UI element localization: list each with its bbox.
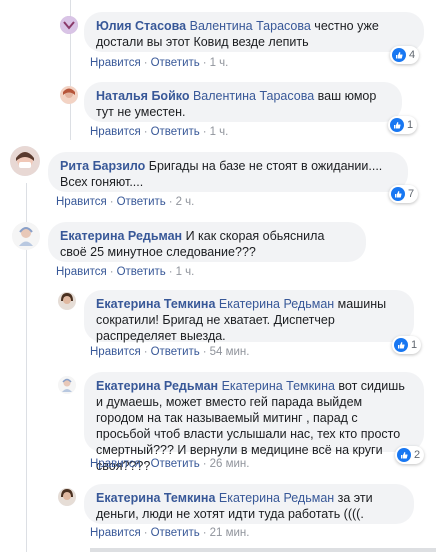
comment-actions: Нравится · Ответить · 54 мин.: [90, 346, 249, 358]
comment-bubble: Екатерина Редьман И как скорая обьяснила…: [48, 222, 366, 262]
reaction-count: 2: [414, 449, 421, 461]
separator: ·: [109, 266, 114, 278]
user-avatar-icon[interactable]: [60, 86, 78, 104]
separator: ·: [202, 346, 207, 358]
separator: ·: [143, 527, 148, 539]
comment-actions: Нравится · Ответить · 1 ч.: [56, 266, 194, 278]
user-avatar-icon[interactable]: [10, 146, 40, 176]
reaction-badge[interactable]: 1: [388, 116, 418, 134]
divider: [90, 548, 436, 552]
like-button[interactable]: Нравится: [90, 346, 141, 358]
comment-time[interactable]: 26 мин.: [210, 458, 250, 470]
reaction-badge[interactable]: 7: [389, 185, 419, 203]
separator: ·: [168, 196, 173, 208]
user-avatar-icon[interactable]: [12, 222, 40, 250]
comment-bubble: Рита Барзило Бригады на базе не стоят в …: [48, 152, 408, 192]
thumbs-up-icon: [390, 118, 404, 132]
comment-mention[interactable]: Екатерина Темкина: [222, 379, 335, 393]
thumbs-up-icon: [392, 48, 406, 62]
reply-button[interactable]: Ответить: [151, 346, 200, 358]
user-avatar-icon[interactable]: [60, 16, 78, 34]
comment-bubble: Юлия Стасова Валентина Тарасова честно у…: [84, 12, 424, 52]
comment-mention[interactable]: Валентина Тарасова: [190, 19, 311, 33]
comment-time[interactable]: 1 ч.: [210, 57, 229, 69]
comment-actions: Нравится · Ответить · 21 мин.: [90, 527, 249, 539]
comment-bubble: Наталья Бойко Валентина Тарасова ваш юмо…: [84, 82, 402, 122]
separator: ·: [202, 527, 207, 539]
comment-author[interactable]: Екатерина Редьман: [60, 229, 182, 243]
reaction-badge[interactable]: 2: [395, 446, 425, 464]
comment-author[interactable]: Наталья Бойко: [96, 89, 189, 103]
reaction-badge[interactable]: 4: [390, 46, 420, 64]
comment-actions: Нравится · Ответить · 1 ч.: [90, 126, 228, 138]
comment-time[interactable]: 1 ч.: [210, 126, 229, 138]
thumbs-up-icon: [391, 187, 405, 201]
separator: ·: [109, 196, 114, 208]
reaction-count: 1: [411, 339, 418, 351]
comment-bubble: Екатерина Темкина Екатерина Редьман за э…: [84, 484, 414, 524]
separator: ·: [143, 458, 148, 470]
user-avatar-icon[interactable]: [58, 488, 76, 506]
separator: ·: [143, 126, 148, 138]
comment-author[interactable]: Юлия Стасова: [96, 19, 186, 33]
comment-actions: Нравится · Ответить · 26 мин.: [90, 458, 249, 470]
comment-author[interactable]: Екатерина Темкина: [96, 491, 215, 505]
reply-button[interactable]: Ответить: [117, 196, 166, 208]
comment-mention[interactable]: Валентина Тарасова: [193, 89, 314, 103]
separator: ·: [168, 266, 173, 278]
comment-mention[interactable]: Екатерина Редьман: [219, 491, 334, 505]
reaction-count: 1: [407, 119, 414, 131]
like-button[interactable]: Нравится: [90, 527, 141, 539]
user-avatar-icon[interactable]: [58, 292, 76, 310]
comment-author[interactable]: Екатерина Редьман: [96, 379, 218, 393]
comment-bubble: Екатерина Редьман Екатерина Темкина вот …: [84, 372, 424, 473]
reaction-count: 7: [408, 188, 415, 200]
comment-time[interactable]: 21 мин.: [210, 527, 250, 539]
reply-button[interactable]: Ответить: [151, 57, 200, 69]
like-button[interactable]: Нравится: [56, 266, 107, 278]
thumbs-up-icon: [397, 448, 411, 462]
like-button[interactable]: Нравится: [90, 126, 141, 138]
comment-actions: Нравится · Ответить · 2 ч.: [56, 196, 194, 208]
separator: ·: [202, 57, 207, 69]
like-button[interactable]: Нравится: [56, 196, 107, 208]
reply-button[interactable]: Ответить: [151, 458, 200, 470]
reply-button[interactable]: Ответить: [151, 527, 200, 539]
comment-bubble: Екатерина Темкина Екатерина Редьман маши…: [84, 290, 414, 343]
comment-author[interactable]: Екатерина Темкина: [96, 297, 215, 311]
comment-author[interactable]: Рита Барзило: [60, 159, 145, 173]
reply-button[interactable]: Ответить: [117, 266, 166, 278]
separator: ·: [143, 346, 148, 358]
thumbs-up-icon: [394, 338, 408, 352]
separator: ·: [202, 126, 207, 138]
separator: ·: [143, 57, 148, 69]
separator: ·: [202, 458, 207, 470]
like-button[interactable]: Нравится: [90, 458, 141, 470]
reply-button[interactable]: Ответить: [151, 126, 200, 138]
reaction-badge[interactable]: 1: [392, 336, 422, 354]
comment-time[interactable]: 54 мин.: [210, 346, 250, 358]
reaction-count: 4: [409, 49, 416, 61]
user-avatar-icon[interactable]: [58, 376, 76, 394]
comment-time[interactable]: 1 ч.: [176, 266, 195, 278]
comment-mention[interactable]: Екатерина Редьман: [219, 297, 334, 311]
like-button[interactable]: Нравится: [90, 57, 141, 69]
comment-actions: Нравится · Ответить · 1 ч.: [90, 57, 228, 69]
comment-time[interactable]: 2 ч.: [176, 196, 195, 208]
